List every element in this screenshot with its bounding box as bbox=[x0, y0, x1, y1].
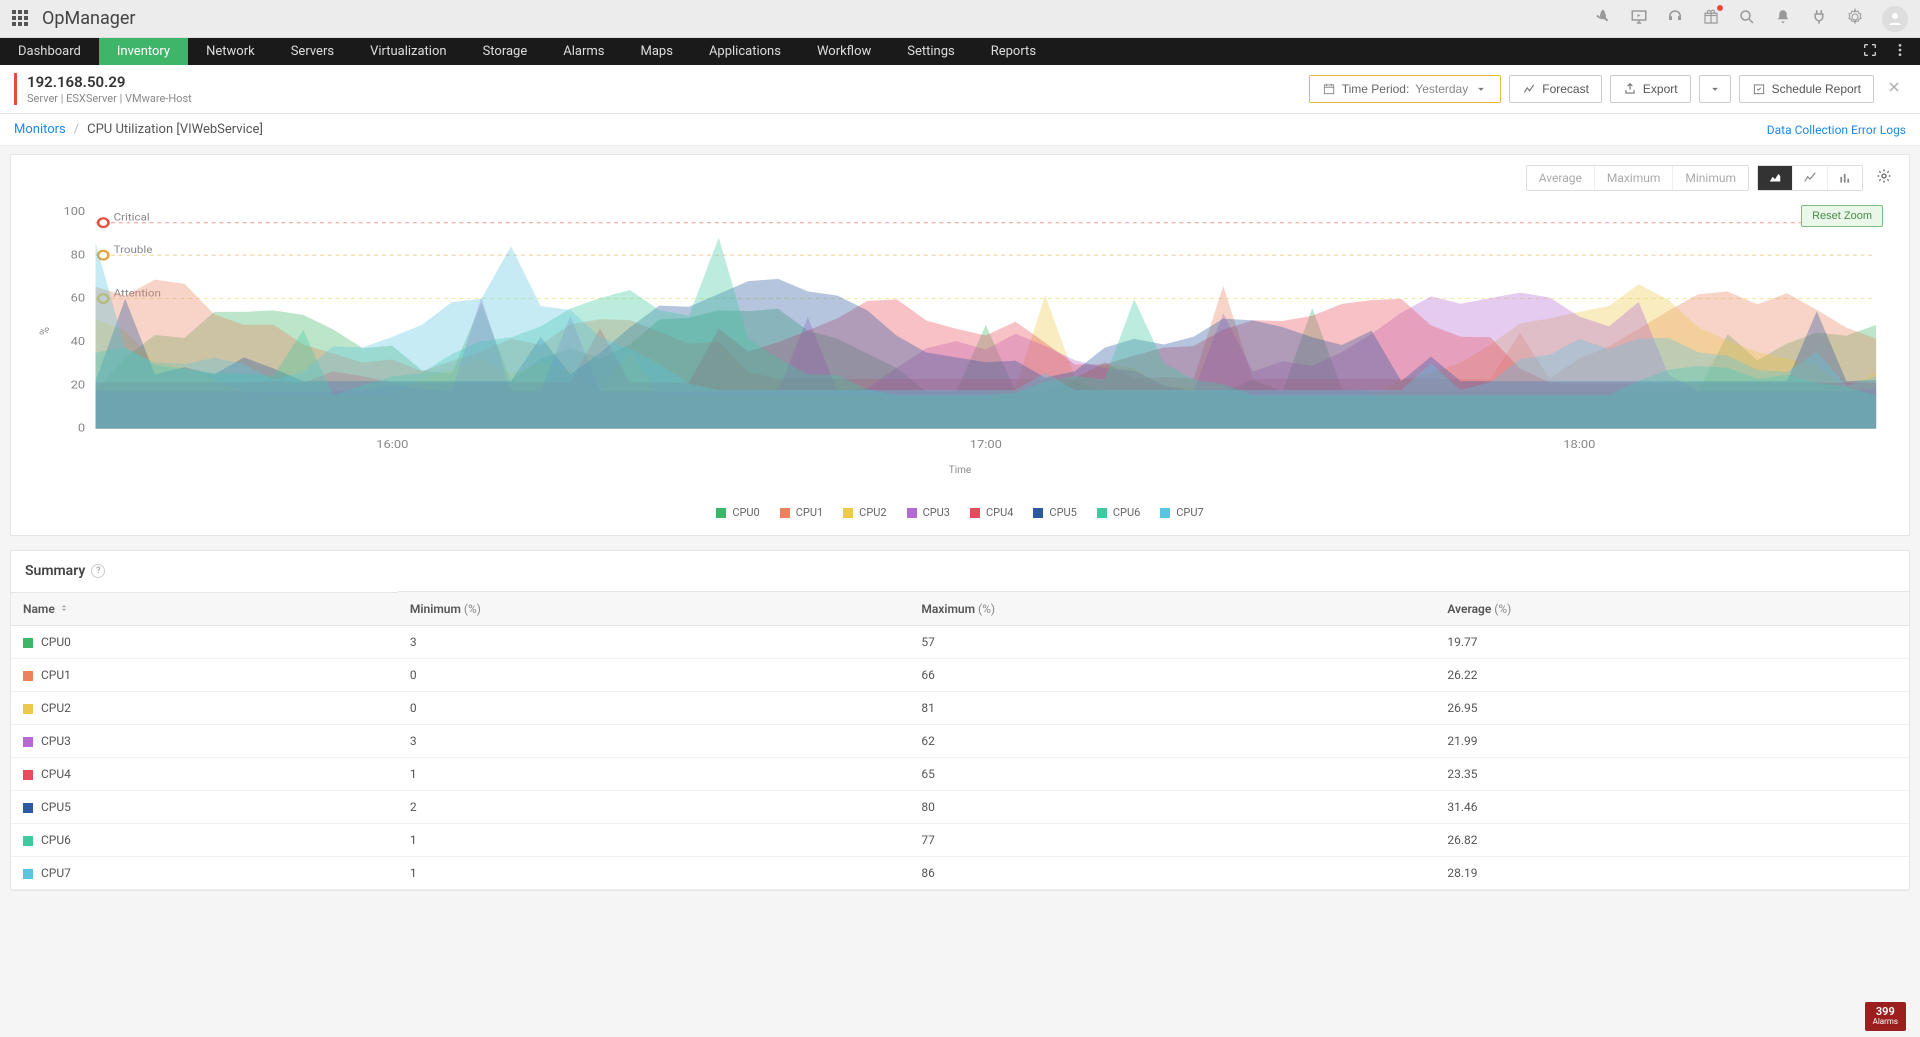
device-type-breadcrumb: Server | ESXServer | VMware-Host bbox=[27, 92, 192, 105]
table-row: CPU528031.46 bbox=[11, 791, 1909, 824]
schedule-report-button[interactable]: Schedule Report bbox=[1739, 75, 1874, 103]
breadcrumb-monitors[interactable]: Monitors bbox=[14, 122, 66, 137]
chart-settings-icon[interactable] bbox=[1871, 163, 1897, 193]
bar-chart-view[interactable] bbox=[1828, 166, 1862, 190]
sort-icon bbox=[59, 602, 69, 616]
svg-text:60: 60 bbox=[71, 292, 86, 305]
table-row: CPU718628.19 bbox=[11, 857, 1909, 890]
x-axis-title: Time bbox=[31, 465, 1889, 476]
forecast-icon bbox=[1522, 82, 1536, 96]
apps-grid-icon[interactable] bbox=[12, 10, 30, 28]
chevron-down-icon bbox=[1708, 82, 1722, 96]
legend-cpu0[interactable]: CPU0 bbox=[716, 506, 759, 519]
svg-text:16:00: 16:00 bbox=[376, 438, 408, 451]
summary-panel: Summary ? Name Minimum (%) Maximum (%) A… bbox=[10, 550, 1910, 891]
nav-alarms[interactable]: Alarms bbox=[545, 38, 622, 65]
stat-average[interactable]: Average bbox=[1527, 166, 1595, 190]
help-icon[interactable]: ? bbox=[91, 564, 105, 578]
table-row: CPU416523.35 bbox=[11, 758, 1909, 791]
nav-storage[interactable]: Storage bbox=[465, 38, 546, 65]
table-row: CPU208126.95 bbox=[11, 692, 1909, 725]
svg-text:100: 100 bbox=[63, 205, 85, 218]
stat-minimum[interactable]: Minimum bbox=[1673, 166, 1748, 190]
table-row: CPU106626.22 bbox=[11, 659, 1909, 692]
summary-table: Name Minimum (%) Maximum (%) Average (%)… bbox=[11, 591, 1909, 890]
plug-icon[interactable] bbox=[1810, 8, 1828, 30]
legend-cpu3[interactable]: CPU3 bbox=[907, 506, 950, 519]
topbar: OpManager bbox=[0, 0, 1920, 38]
chart-view-toggle bbox=[1757, 165, 1863, 191]
svg-text:%: % bbox=[37, 327, 52, 335]
col-maximum[interactable]: Maximum (%) bbox=[909, 592, 1435, 626]
legend-cpu7[interactable]: CPU7 bbox=[1160, 506, 1203, 519]
breadcrumb-current: CPU Utilization [VIWebService] bbox=[87, 122, 263, 137]
search-icon[interactable] bbox=[1738, 8, 1756, 30]
fullscreen-icon[interactable] bbox=[1862, 42, 1878, 62]
legend-cpu2[interactable]: CPU2 bbox=[843, 506, 886, 519]
device-ip: 192.168.50.29 bbox=[27, 73, 192, 91]
time-period-dropdown[interactable]: Time Period: Yesterday bbox=[1309, 75, 1502, 103]
breadcrumb-bar: Monitors / CPU Utilization [VIWebService… bbox=[0, 114, 1920, 146]
chevron-down-icon bbox=[1474, 82, 1488, 96]
svg-text:40: 40 bbox=[71, 335, 86, 348]
bell-icon[interactable] bbox=[1774, 8, 1792, 30]
product-name: OpManager bbox=[42, 8, 135, 29]
page-header: 192.168.50.29 Server | ESXServer | VMwar… bbox=[0, 65, 1920, 114]
stat-maximum[interactable]: Maximum bbox=[1595, 166, 1674, 190]
more-icon[interactable] bbox=[1892, 42, 1908, 62]
nav-network[interactable]: Network bbox=[188, 38, 273, 65]
export-button[interactable]: Export bbox=[1610, 75, 1691, 103]
svg-text:Trouble: Trouble bbox=[114, 244, 153, 256]
col-name[interactable]: Name bbox=[11, 592, 398, 626]
nav-virtualization[interactable]: Virtualization bbox=[352, 38, 465, 65]
cpu-chart: 020406080100%CriticalTroubleAttention16:… bbox=[31, 201, 1889, 461]
svg-text:17:00: 17:00 bbox=[970, 438, 1002, 451]
nav-maps[interactable]: Maps bbox=[623, 38, 691, 65]
table-row: CPU617726.82 bbox=[11, 824, 1909, 857]
forecast-button[interactable]: Forecast bbox=[1509, 75, 1602, 103]
nav-reports[interactable]: Reports bbox=[973, 38, 1054, 65]
gift-icon[interactable] bbox=[1702, 8, 1720, 30]
close-icon[interactable] bbox=[1882, 75, 1906, 103]
svg-text:18:00: 18:00 bbox=[1563, 438, 1595, 451]
svg-text:0: 0 bbox=[78, 422, 86, 435]
line-chart-view[interactable] bbox=[1793, 166, 1828, 190]
topbar-icons bbox=[1594, 6, 1908, 32]
legend-cpu4[interactable]: CPU4 bbox=[970, 506, 1013, 519]
nav-workflow[interactable]: Workflow bbox=[799, 38, 889, 65]
col-minimum[interactable]: Minimum (%) bbox=[398, 592, 909, 626]
data-collection-error-link[interactable]: Data Collection Error Logs bbox=[1767, 123, 1906, 137]
main-nav: DashboardInventoryNetworkServersVirtuali… bbox=[0, 38, 1920, 65]
export-dropdown[interactable] bbox=[1699, 75, 1731, 103]
schedule-icon bbox=[1752, 82, 1766, 96]
nav-applications[interactable]: Applications bbox=[691, 38, 799, 65]
svg-text:Critical: Critical bbox=[114, 211, 150, 223]
calendar-icon bbox=[1322, 82, 1336, 96]
stat-toggle-group: Average Maximum Minimum bbox=[1526, 165, 1749, 191]
table-row: CPU035719.77 bbox=[11, 626, 1909, 659]
presentation-icon[interactable] bbox=[1630, 8, 1648, 30]
rocket-icon[interactable] bbox=[1594, 8, 1612, 30]
headset-icon[interactable] bbox=[1666, 8, 1684, 30]
svg-text:20: 20 bbox=[71, 378, 86, 391]
table-row: CPU336221.99 bbox=[11, 725, 1909, 758]
col-average[interactable]: Average (%) bbox=[1435, 592, 1909, 626]
area-chart-view[interactable] bbox=[1758, 166, 1793, 190]
nav-dashboard[interactable]: Dashboard bbox=[0, 38, 99, 65]
legend-cpu1[interactable]: CPU1 bbox=[780, 506, 823, 519]
gear-icon[interactable] bbox=[1846, 8, 1864, 30]
nav-settings[interactable]: Settings bbox=[889, 38, 972, 65]
alarm-widget[interactable]: 399 Alarms bbox=[1865, 1002, 1906, 1031]
nav-servers[interactable]: Servers bbox=[273, 38, 352, 65]
avatar[interactable] bbox=[1882, 6, 1908, 32]
reset-zoom-button[interactable]: Reset Zoom bbox=[1801, 205, 1883, 227]
chart-legend: CPU0 CPU1 CPU2 CPU3 CPU4 CPU5 CPU6 CPU7 bbox=[11, 496, 1909, 535]
legend-cpu5[interactable]: CPU5 bbox=[1033, 506, 1076, 519]
svg-text:80: 80 bbox=[71, 248, 86, 261]
chart-panel: Average Maximum Minimum Reset Zoom 0 20 40… bbox=[10, 154, 1910, 536]
nav-inventory[interactable]: Inventory bbox=[99, 38, 188, 65]
summary-title: Summary bbox=[25, 563, 85, 579]
legend-cpu6[interactable]: CPU6 bbox=[1097, 506, 1140, 519]
export-icon bbox=[1623, 82, 1637, 96]
